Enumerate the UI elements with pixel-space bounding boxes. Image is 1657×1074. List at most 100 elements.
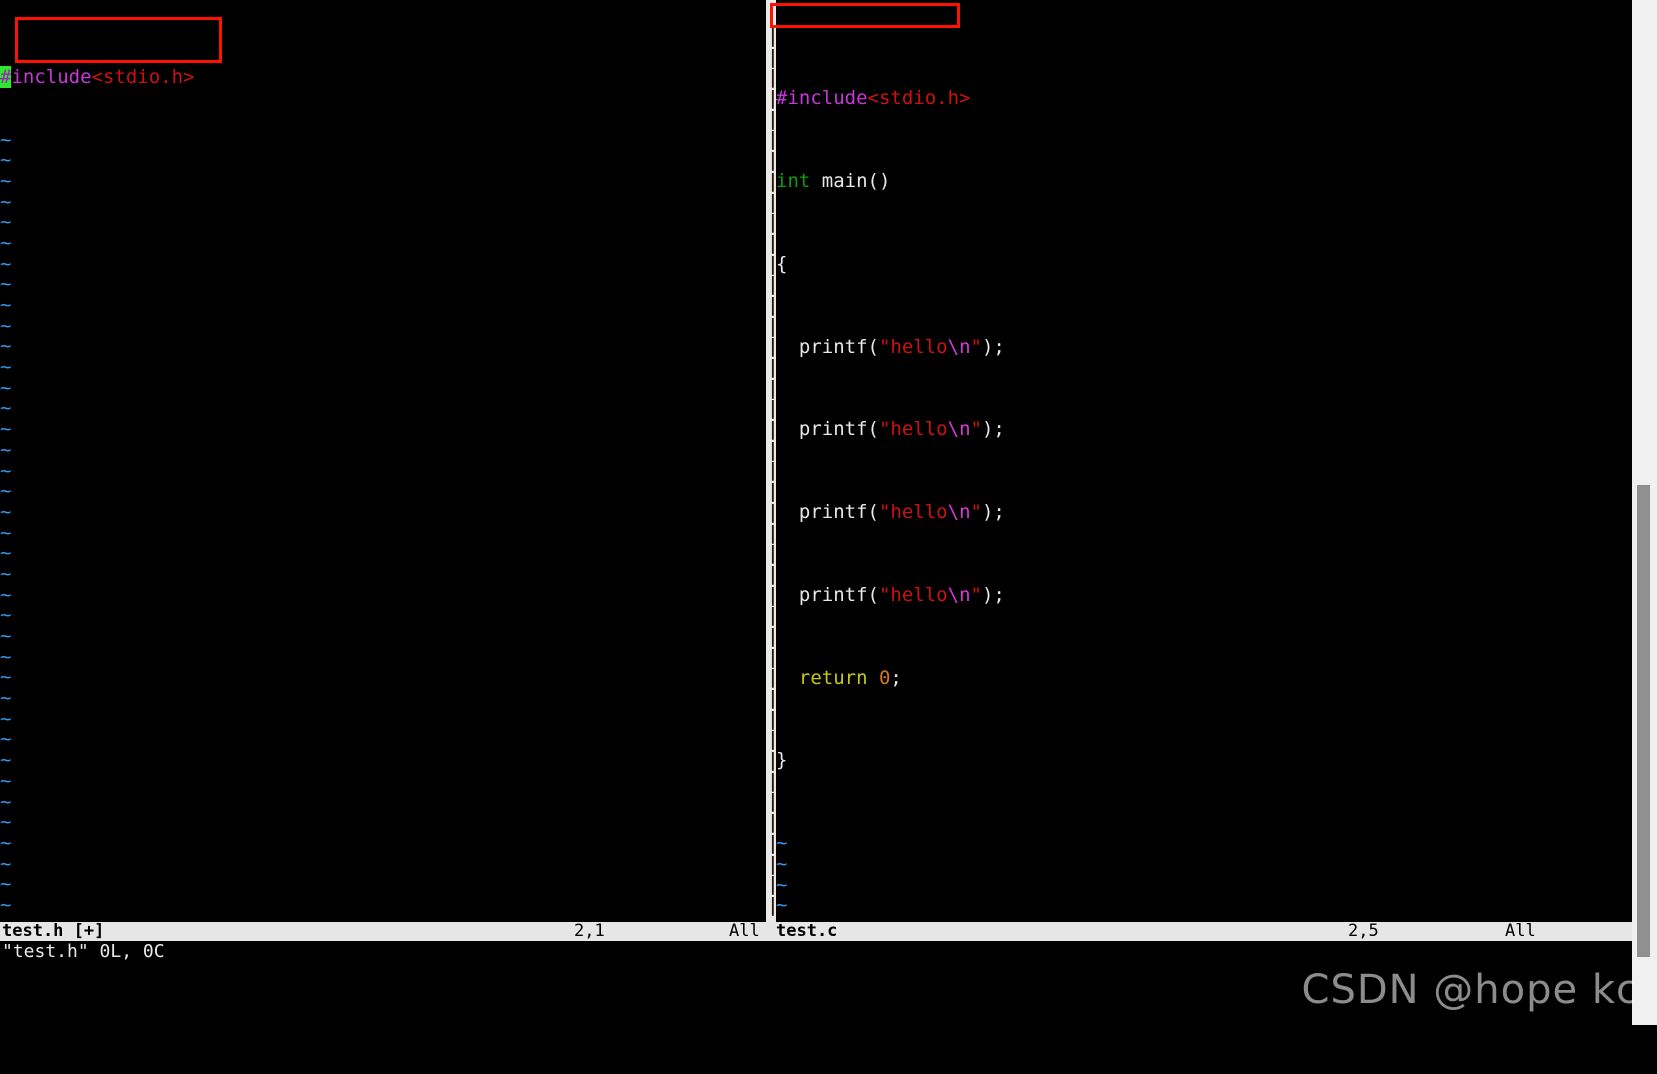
vim-status-line: test.h [+] 2,1 All test.c 2,5 All xyxy=(0,922,1632,941)
filler-line-glyph: ~ xyxy=(0,769,12,792)
string-body: hello xyxy=(890,418,948,441)
filler-line: ~ xyxy=(0,833,194,854)
divider-glyph: | xyxy=(767,791,776,812)
divider-glyph: | xyxy=(767,584,776,606)
filler-line: ~ xyxy=(0,543,194,564)
filler-line: ~ xyxy=(0,460,194,482)
filler-line: ~ xyxy=(0,233,194,254)
filler-line: ~ xyxy=(0,646,194,668)
filler-line: ~ xyxy=(776,833,1005,854)
terminal-content-area: #include<stdio.h> ~ ~ ~ ~ ~ ~ ~ ~ ~ ~ ~ ~ ~ ~ ~ ~ ~ ~ ~ ~ ~ ~… xyxy=(0,0,1632,1025)
status-left-cursor-position: 2,1 xyxy=(574,921,605,941)
divider-glyph: | xyxy=(767,336,776,357)
vertical-split-divider[interactable]: | | | | | | | | | | | | | | | | | | | | | | | | | | | | | | | | | | | | | | | |… xyxy=(766,0,776,922)
divider-glyph-glyph: | xyxy=(767,480,776,503)
include-path: <stdio.h> xyxy=(867,87,971,110)
divider-glyph: | xyxy=(767,460,776,481)
printf-call-open: printf( xyxy=(798,418,879,441)
filler-line: ~ xyxy=(0,852,194,875)
divider-glyph: | xyxy=(767,438,776,461)
quote-open: " xyxy=(878,501,891,524)
right-pane-filler-lines: ~~~~~~~~~~~~~~~~~~~~~~~~~~~~~~~~~~~ xyxy=(776,833,1005,922)
divider-glyph-glyph: | xyxy=(767,25,776,47)
filler-line-glyph: ~ xyxy=(0,356,12,379)
filler-line: ~ xyxy=(0,522,194,544)
status-left-filename: test.h [+] xyxy=(2,921,105,941)
left-line-1: #include<stdio.h> xyxy=(0,66,194,89)
quote-open: " xyxy=(878,335,891,358)
filler-line-glyph: ~ xyxy=(776,873,788,896)
filler-line-glyph: ~ xyxy=(0,728,12,751)
divider-glyph-glyph: | xyxy=(767,666,776,689)
hash-token: # xyxy=(776,87,788,110)
filler-line-glyph: ~ xyxy=(776,894,788,917)
status-right-cursor-position: 2,5 xyxy=(1348,921,1379,941)
divider-glyph-glyph: | xyxy=(767,769,776,792)
vertical-scrollbar[interactable] xyxy=(1632,0,1657,1025)
divider-glyph-glyph: | xyxy=(767,87,776,110)
printf-call-close: ); xyxy=(981,418,1005,441)
divider-glyph-glyph: | xyxy=(767,335,776,358)
filler-line-glyph: ~ xyxy=(0,335,12,358)
preprocessor-directive: include xyxy=(11,66,92,89)
divider-glyph-glyph: | xyxy=(767,459,776,482)
filler-line: ~ xyxy=(0,295,194,316)
vim-message-line[interactable]: "test.h" 0L, 0C xyxy=(0,941,1632,963)
divider-glyph: | xyxy=(767,769,776,792)
editor-pane-right[interactable]: #include<stdio.h> int main() { printf("h… xyxy=(776,0,1632,922)
printf-call-close: ); xyxy=(981,501,1005,524)
divider-glyph-glyph: | xyxy=(767,831,776,854)
divider-glyph-glyph: | xyxy=(767,211,776,234)
filler-line-glyph: ~ xyxy=(0,128,12,151)
filler-line-glyph: ~ xyxy=(0,604,12,627)
filler-line: ~ xyxy=(776,873,1005,896)
editor-pane-left[interactable]: #include<stdio.h> ~ ~ ~ ~ ~ ~ ~ ~ ~ ~ ~ ~ ~ ~ ~ ~ ~ ~ ~ ~ ~ ~… xyxy=(0,0,766,922)
divider-glyph: | xyxy=(767,853,776,875)
filler-line-glyph: ~ xyxy=(0,852,12,875)
divider-glyph: | xyxy=(767,626,776,647)
right-line-printf-3: printf("hello\n"); xyxy=(776,502,1005,523)
filler-line-glyph: ~ xyxy=(0,707,12,730)
divider-glyph: | xyxy=(767,46,776,68)
quote-close: " xyxy=(970,335,982,358)
status-right-visible-range: All xyxy=(1505,921,1536,941)
printf-call-close: ); xyxy=(981,583,1005,606)
divider-glyph: | xyxy=(767,543,776,564)
divider-glyph-glyph: | xyxy=(767,356,776,378)
divider-glyph-glyph: | xyxy=(767,893,776,916)
divider-glyph-column: | | | | | | | | | | | | | | | | | | | | | | | | | | | | | | | | | | | | | | | |… xyxy=(767,26,776,916)
filler-line-glyph: ~ xyxy=(0,149,12,172)
left-pane-buffer: #include<stdio.h> ~ ~ ~ ~ ~ ~ ~ ~ ~ ~ ~ ~ ~ ~ ~ ~ ~ ~ ~ ~ ~ ~… xyxy=(0,26,194,922)
filler-line-glyph: ~ xyxy=(0,231,12,254)
filler-line-glyph: ~ xyxy=(0,542,12,565)
divider-glyph-glyph: | xyxy=(767,231,776,254)
filler-line-glyph: ~ xyxy=(0,190,12,213)
divider-glyph: | xyxy=(767,729,776,750)
divider-glyph-glyph: | xyxy=(767,542,776,565)
right-pane-buffer: #include<stdio.h> int main() { printf("h… xyxy=(776,26,1005,922)
filler-line: ~ xyxy=(0,584,194,606)
filler-line: ~ xyxy=(0,874,194,895)
quote-close: " xyxy=(970,501,982,524)
divider-glyph: | xyxy=(767,315,776,337)
divider-glyph-glyph: | xyxy=(767,521,776,544)
divider-glyph-glyph: | xyxy=(767,252,776,275)
divider-glyph-glyph: | xyxy=(767,873,776,896)
divider-glyph-glyph: | xyxy=(767,562,776,585)
divider-glyph: | xyxy=(767,398,776,419)
divider-glyph: | xyxy=(767,521,776,544)
divider-glyph: | xyxy=(767,564,776,585)
divider-glyph: | xyxy=(767,252,776,275)
escape-sequence: \n xyxy=(947,335,971,358)
filler-line-glyph: ~ xyxy=(0,687,12,710)
scrollbar-thumb[interactable] xyxy=(1637,485,1650,957)
filler-line-glyph: ~ xyxy=(0,666,12,689)
divider-glyph: | xyxy=(767,212,776,233)
divider-glyph-glyph: | xyxy=(767,624,776,647)
divider-glyph-glyph: | xyxy=(767,438,776,461)
filler-line-glyph: ~ xyxy=(0,252,12,275)
divider-glyph: | xyxy=(767,26,776,47)
divider-glyph: | xyxy=(767,67,776,88)
right-line-close-brace: } xyxy=(776,750,1005,771)
